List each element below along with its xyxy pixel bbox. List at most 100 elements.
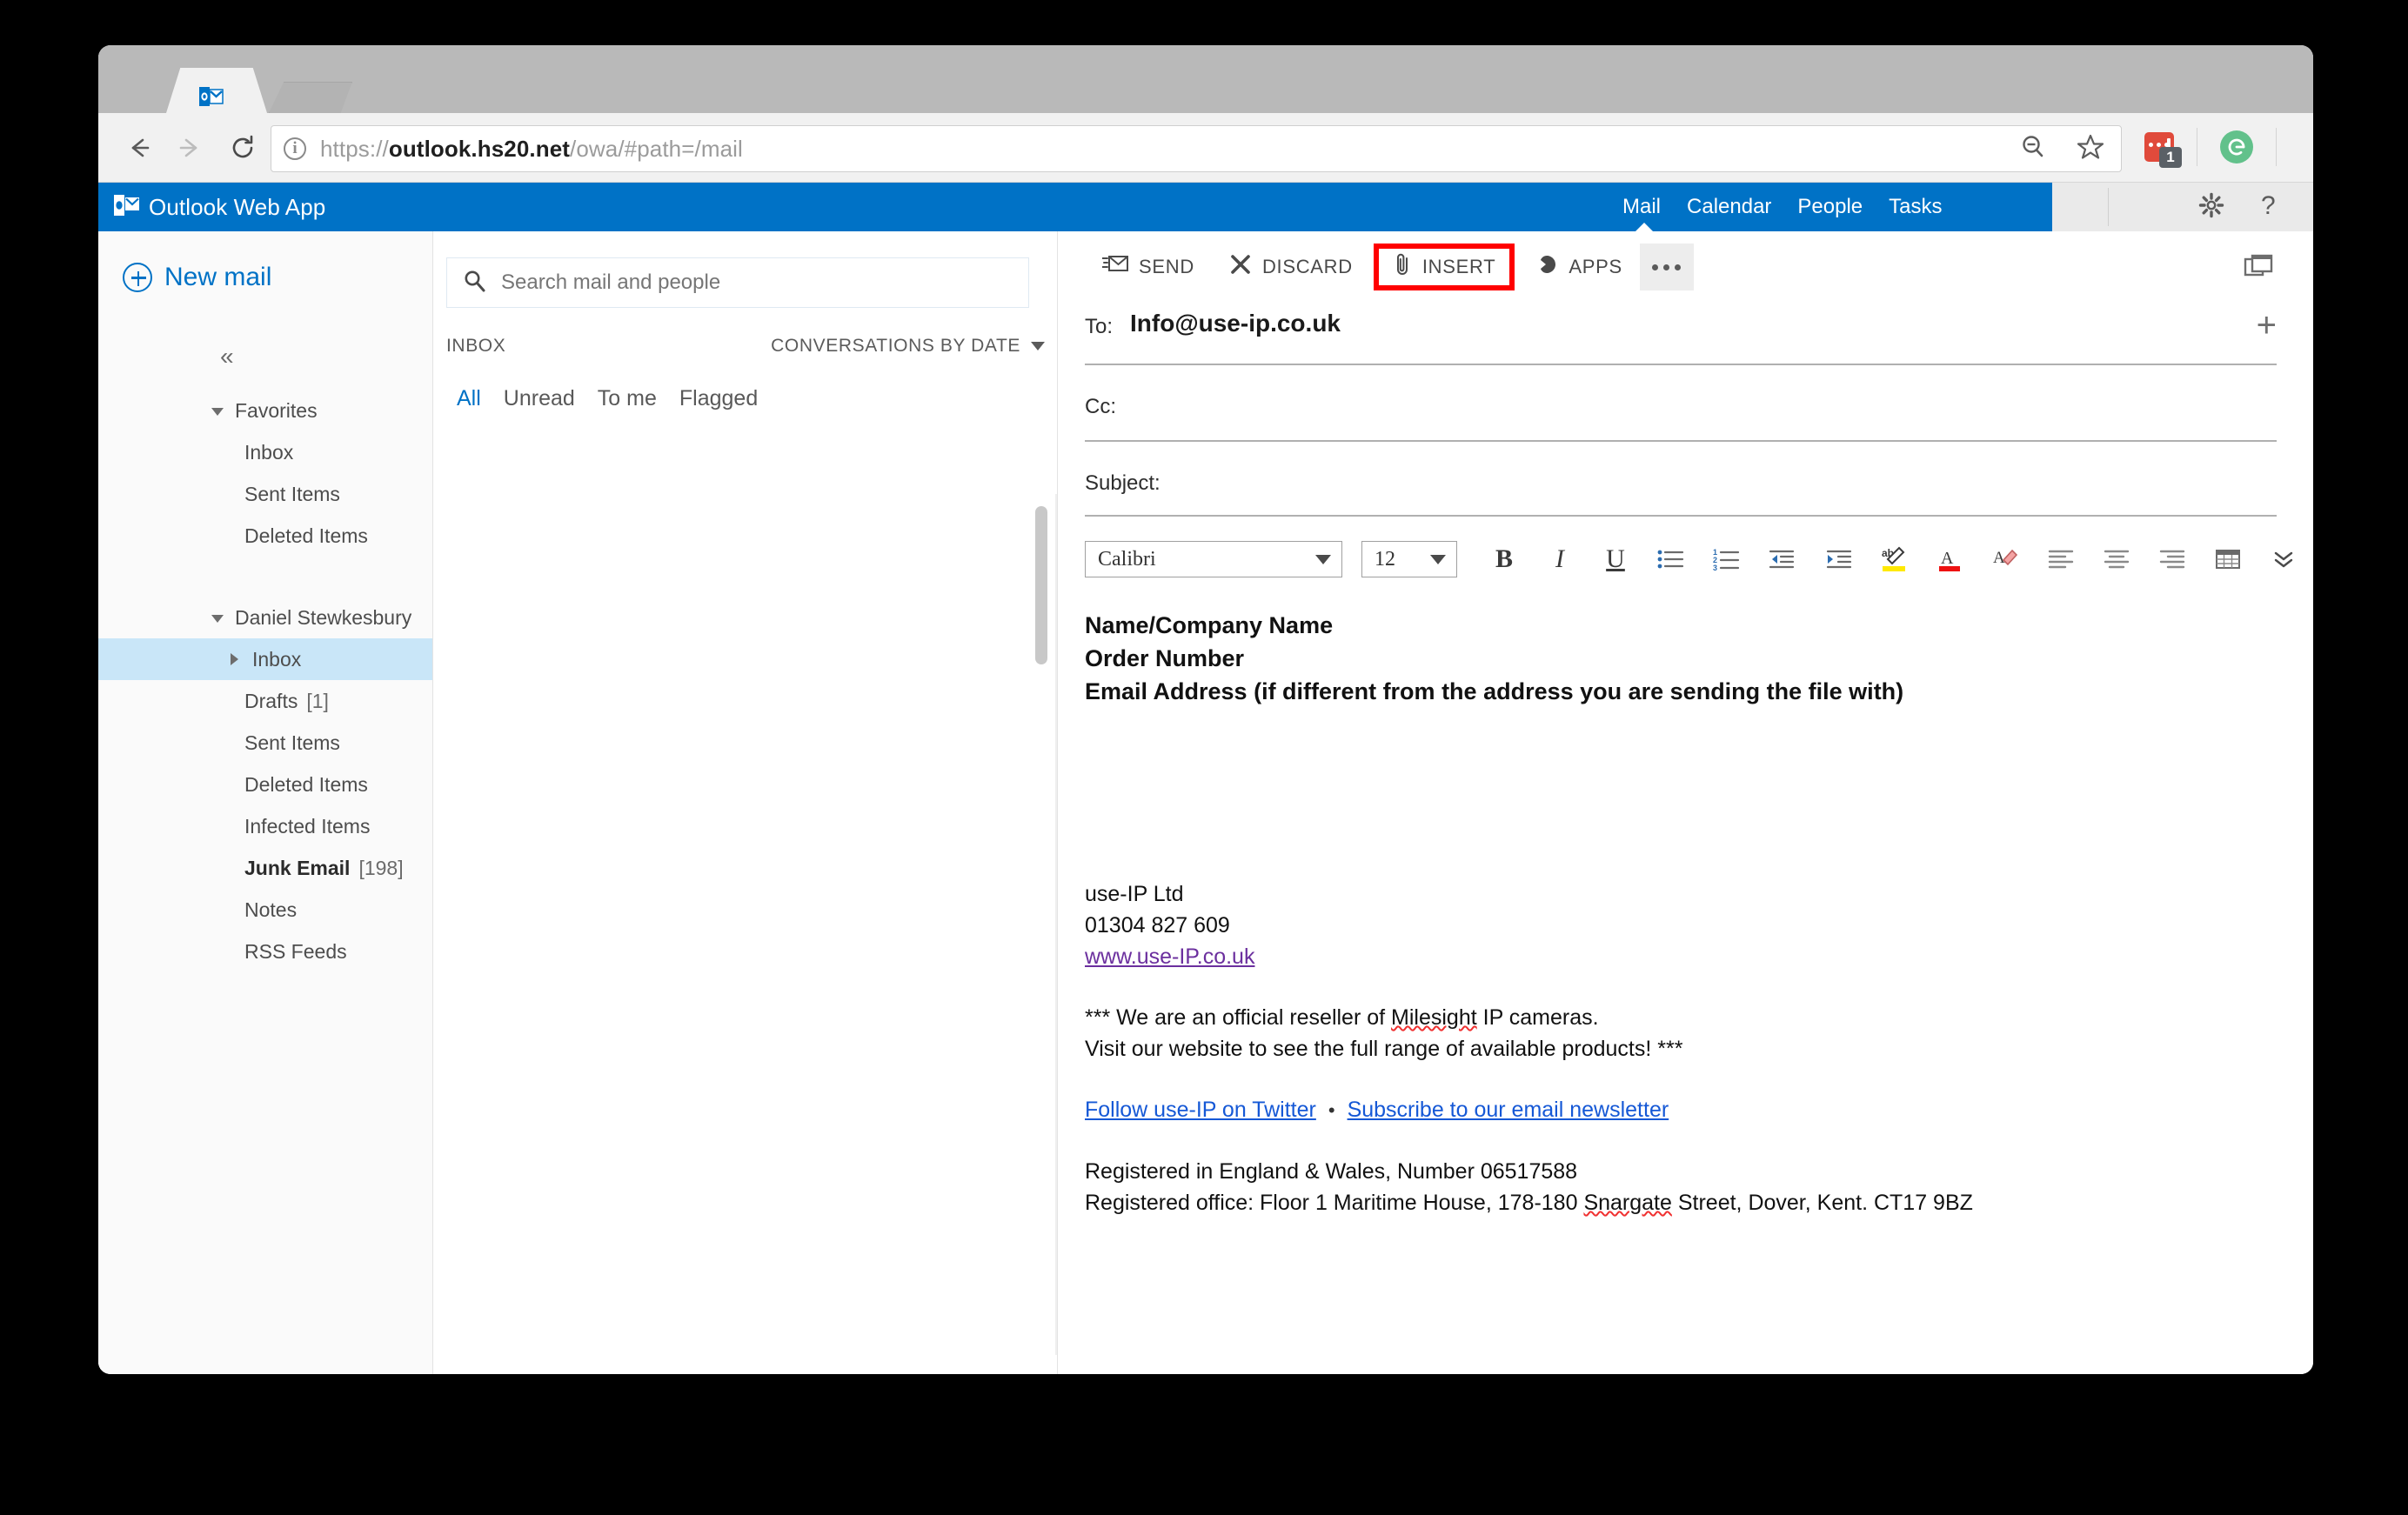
compose-pane: SEND DISCARD xyxy=(1059,231,2313,1374)
plus-icon[interactable]: + xyxy=(2257,308,2277,343)
office-text-b: Street, Dover, Kent. CT17 9BZ xyxy=(1672,1191,1973,1215)
discard-button[interactable]: DISCARD xyxy=(1212,244,1370,290)
body-spacer-3 xyxy=(1085,1065,2313,1094)
apps-button[interactable]: APPS xyxy=(1518,244,1640,290)
sidebar-item-deleted-items[interactable]: Deleted Items xyxy=(98,764,432,805)
question-mark-icon[interactable]: ? xyxy=(2258,191,2280,224)
signature-office-line: Registered office: Floor 1 Maritime Hous… xyxy=(1085,1187,2313,1218)
cc-field-row[interactable]: Cc: xyxy=(1085,383,2277,442)
highlight-icon[interactable]: ab xyxy=(1866,539,1922,579)
search-input[interactable]: Search mail and people xyxy=(446,257,1029,308)
increase-indent-icon[interactable] xyxy=(1810,539,1866,579)
sidebar-item-infected-items[interactable]: Infected Items xyxy=(98,805,432,847)
chevron-down-icon xyxy=(1430,555,1446,564)
compose-body[interactable]: Name/Company Name Order Number Email Add… xyxy=(1085,609,2313,1218)
subject-field-row[interactable]: Subject: xyxy=(1085,459,2277,517)
outlook-favicon xyxy=(198,83,224,110)
signature-phone: 01304 827 609 xyxy=(1085,910,2313,941)
send-button[interactable]: SEND xyxy=(1085,244,1212,290)
owa-top-bar: Outlook Web App Mail Calendar People Tas… xyxy=(98,183,2313,231)
grammarly-extension-icon[interactable] xyxy=(2220,130,2253,164)
more-formatting-icon[interactable] xyxy=(2256,539,2311,579)
clear-formatting-icon[interactable]: A xyxy=(1977,539,2033,579)
folder-count: [1] xyxy=(306,690,329,713)
site-info-icon[interactable]: i xyxy=(284,137,306,160)
close-x-icon xyxy=(1229,253,1252,281)
list-sort-dropdown[interactable]: CONVERSATIONS BY DATE xyxy=(771,336,1045,357)
signature-website-link[interactable]: www.use-IP.co.uk xyxy=(1085,944,1254,969)
nav-item-calendar[interactable]: Calendar xyxy=(1687,195,1771,219)
body-spacer-2 xyxy=(1085,972,2313,1002)
folder-label: Inbox xyxy=(252,648,301,671)
plus-circle-icon xyxy=(123,263,152,292)
signature-reseller-line-2: Visit our website to see the full range … xyxy=(1085,1033,2313,1065)
underline-button[interactable]: U xyxy=(1588,539,1643,579)
search-icon xyxy=(463,269,487,297)
zoom-out-icon[interactable] xyxy=(2018,132,2048,166)
nav-item-people[interactable]: People xyxy=(1797,195,1863,219)
more-commands-button[interactable] xyxy=(1640,244,1694,290)
filter-tab-flagged[interactable]: Flagged xyxy=(679,386,758,411)
folder-group-header-mailbox[interactable]: Daniel Stewkesbury xyxy=(98,597,432,638)
sidebar-item-junk-email[interactable]: Junk Email [198] xyxy=(98,847,432,889)
folder-label: Deleted Items xyxy=(244,773,368,797)
sidebar-item-sent-items[interactable]: Sent Items xyxy=(98,722,432,764)
font-color-icon[interactable]: A xyxy=(1922,539,1977,579)
folder-label: Deleted Items xyxy=(244,524,368,548)
back-arrow-icon[interactable] xyxy=(123,132,154,164)
bold-button[interactable]: B xyxy=(1476,539,1532,579)
align-center-icon[interactable] xyxy=(2089,539,2144,579)
reload-icon[interactable] xyxy=(227,132,258,164)
to-field-row[interactable]: To: Info@use-ip.co.uk + xyxy=(1085,303,2277,365)
new-mail-button[interactable]: New mail xyxy=(123,263,432,292)
sidebar-item-inbox[interactable]: Inbox xyxy=(98,638,432,680)
font-family-select[interactable]: Calibri xyxy=(1085,541,1342,577)
italic-button[interactable]: I xyxy=(1532,539,1588,579)
font-size-select[interactable]: 12 xyxy=(1361,541,1457,577)
insert-button[interactable]: INSERT xyxy=(1374,244,1515,290)
subject-label: Subject: xyxy=(1085,459,1161,496)
sidebar-item-drafts[interactable]: Drafts [1] xyxy=(98,680,432,722)
filter-tab-all[interactable]: All xyxy=(457,386,481,411)
insert-table-icon[interactable] xyxy=(2200,539,2256,579)
star-icon[interactable] xyxy=(2076,132,2105,166)
nav-item-mail[interactable]: Mail xyxy=(1622,195,1661,219)
newsletter-link[interactable]: Subscribe to our email newsletter xyxy=(1348,1098,1669,1122)
sidebar-item-rss-feeds[interactable]: RSS Feeds xyxy=(98,931,432,972)
chevron-right-icon[interactable] xyxy=(231,653,238,665)
folder-group-header-favorites[interactable]: Favorites xyxy=(98,390,432,431)
folder-label: Sent Items xyxy=(244,483,340,506)
sidebar-item-fav-sent-items[interactable]: Sent Items xyxy=(98,473,432,515)
numbered-list-icon[interactable]: 123 xyxy=(1699,539,1755,579)
twitter-link[interactable]: Follow use-IP on Twitter xyxy=(1085,1098,1316,1122)
gear-icon[interactable] xyxy=(2198,192,2224,223)
folder-group-label: Favorites xyxy=(235,399,318,423)
browser-tab-new[interactable] xyxy=(269,82,352,113)
browser-tab-strip xyxy=(98,45,2313,113)
filter-tab-unread[interactable]: Unread xyxy=(504,386,575,411)
filter-tab-to-me[interactable]: To me xyxy=(598,386,657,411)
owa-brand: Outlook Web App xyxy=(114,193,325,222)
sidebar-item-fav-deleted-items[interactable]: Deleted Items xyxy=(98,515,432,557)
url-prefix: https:// xyxy=(320,136,389,162)
svg-text:A: A xyxy=(1993,549,2005,567)
apps-label: APPS xyxy=(1569,256,1622,278)
bullet-list-icon[interactable] xyxy=(1643,539,1699,579)
address-bar[interactable]: i https://outlook.hs20.net/owa/#path=/ma… xyxy=(271,125,2122,172)
align-left-icon[interactable] xyxy=(2033,539,2089,579)
signature-company: use-IP Ltd xyxy=(1085,878,2313,910)
collapse-sidebar-button[interactable]: « xyxy=(220,343,432,370)
chevron-down-icon xyxy=(1315,555,1331,564)
lastpass-extension-icon[interactable]: 1 xyxy=(2144,132,2174,162)
decrease-indent-icon[interactable] xyxy=(1755,539,1810,579)
sidebar-item-notes[interactable]: Notes xyxy=(98,889,432,931)
misspelled-word-milesight: Milesight xyxy=(1391,1005,1477,1030)
open-in-new-window-icon[interactable] xyxy=(2244,254,2273,284)
list-scrollbar-thumb[interactable] xyxy=(1035,506,1047,664)
folder-count: [198] xyxy=(358,857,403,880)
svg-text:?: ? xyxy=(2261,191,2276,219)
list-scrollbar-track[interactable] xyxy=(1055,494,1057,1355)
align-right-icon[interactable] xyxy=(2144,539,2200,579)
sidebar-item-fav-inbox[interactable]: Inbox xyxy=(98,431,432,473)
nav-item-tasks[interactable]: Tasks xyxy=(1889,195,1942,219)
